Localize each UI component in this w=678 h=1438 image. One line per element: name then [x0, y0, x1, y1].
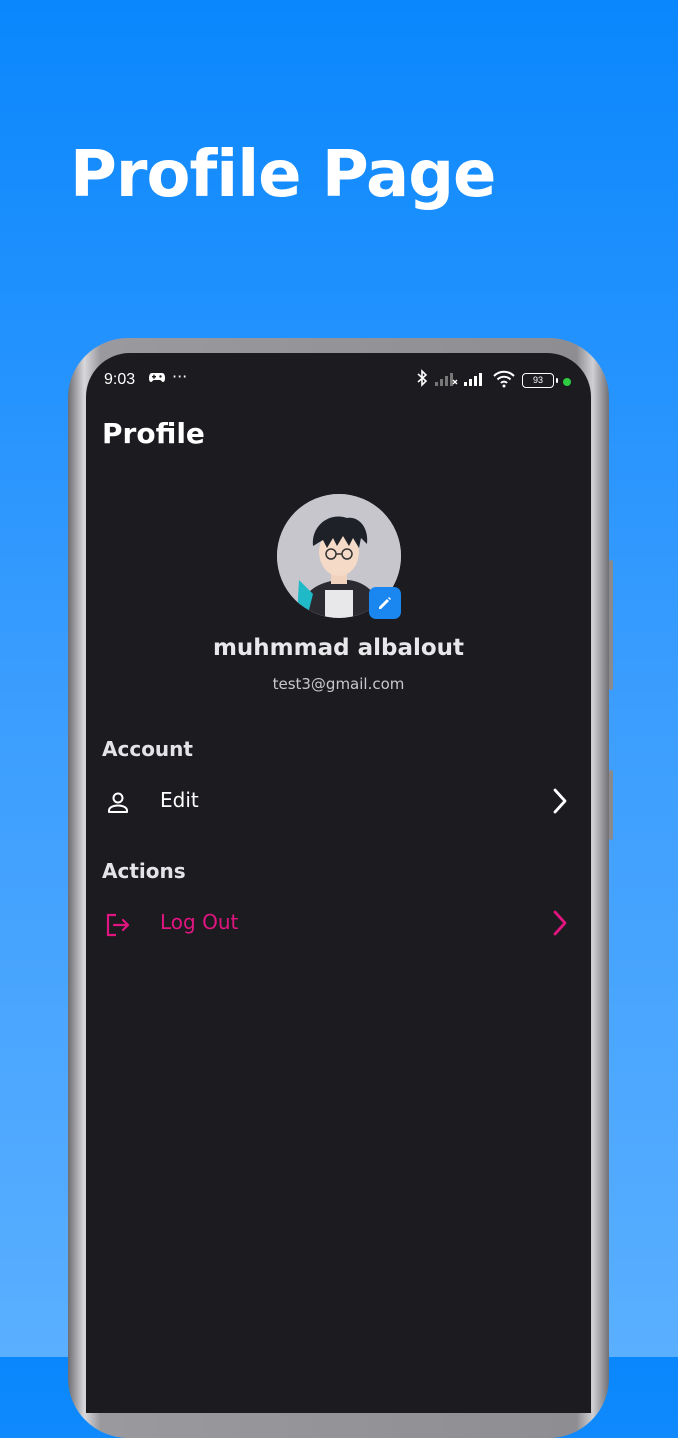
- signal-icon: [463, 371, 487, 391]
- section-title-actions: Actions: [102, 859, 186, 883]
- person-icon: [104, 789, 132, 817]
- account-edit-row[interactable]: Edit: [86, 775, 591, 827]
- promo-headline: Profile Page: [70, 138, 496, 212]
- more-dots-icon: ···: [172, 367, 188, 386]
- battery-indicator: 93: [522, 373, 558, 388]
- signal-none-icon: [434, 371, 458, 391]
- section-title-account: Account: [102, 737, 193, 761]
- edit-avatar-button[interactable]: [369, 587, 401, 619]
- phone-side-button-lower: [609, 770, 613, 840]
- chevron-right-icon: [550, 787, 570, 815]
- game-controller-icon: [148, 369, 166, 389]
- bluetooth-icon: [416, 369, 428, 391]
- edit-label: Edit: [160, 788, 199, 812]
- status-dot: [563, 378, 571, 386]
- pencil-icon: [379, 597, 391, 609]
- logout-row[interactable]: Log Out: [86, 897, 591, 949]
- logout-label: Log Out: [160, 910, 239, 934]
- user-email: test3@gmail.com: [272, 675, 405, 693]
- wifi-icon: [492, 370, 516, 392]
- user-name: muhmmad albalout: [212, 635, 465, 661]
- status-time: 9:03: [104, 371, 136, 388]
- phone-side-button-upper: [609, 560, 613, 690]
- avatar-container: [277, 494, 401, 619]
- status-bar: 9:03 ··· 93: [86, 367, 591, 393]
- chevron-right-icon: [550, 909, 570, 937]
- phone-screen: 9:03 ··· 93 Profile muhmmad albalout tes…: [86, 353, 591, 1413]
- page-title: Profile: [102, 417, 205, 450]
- logout-icon: [104, 911, 132, 939]
